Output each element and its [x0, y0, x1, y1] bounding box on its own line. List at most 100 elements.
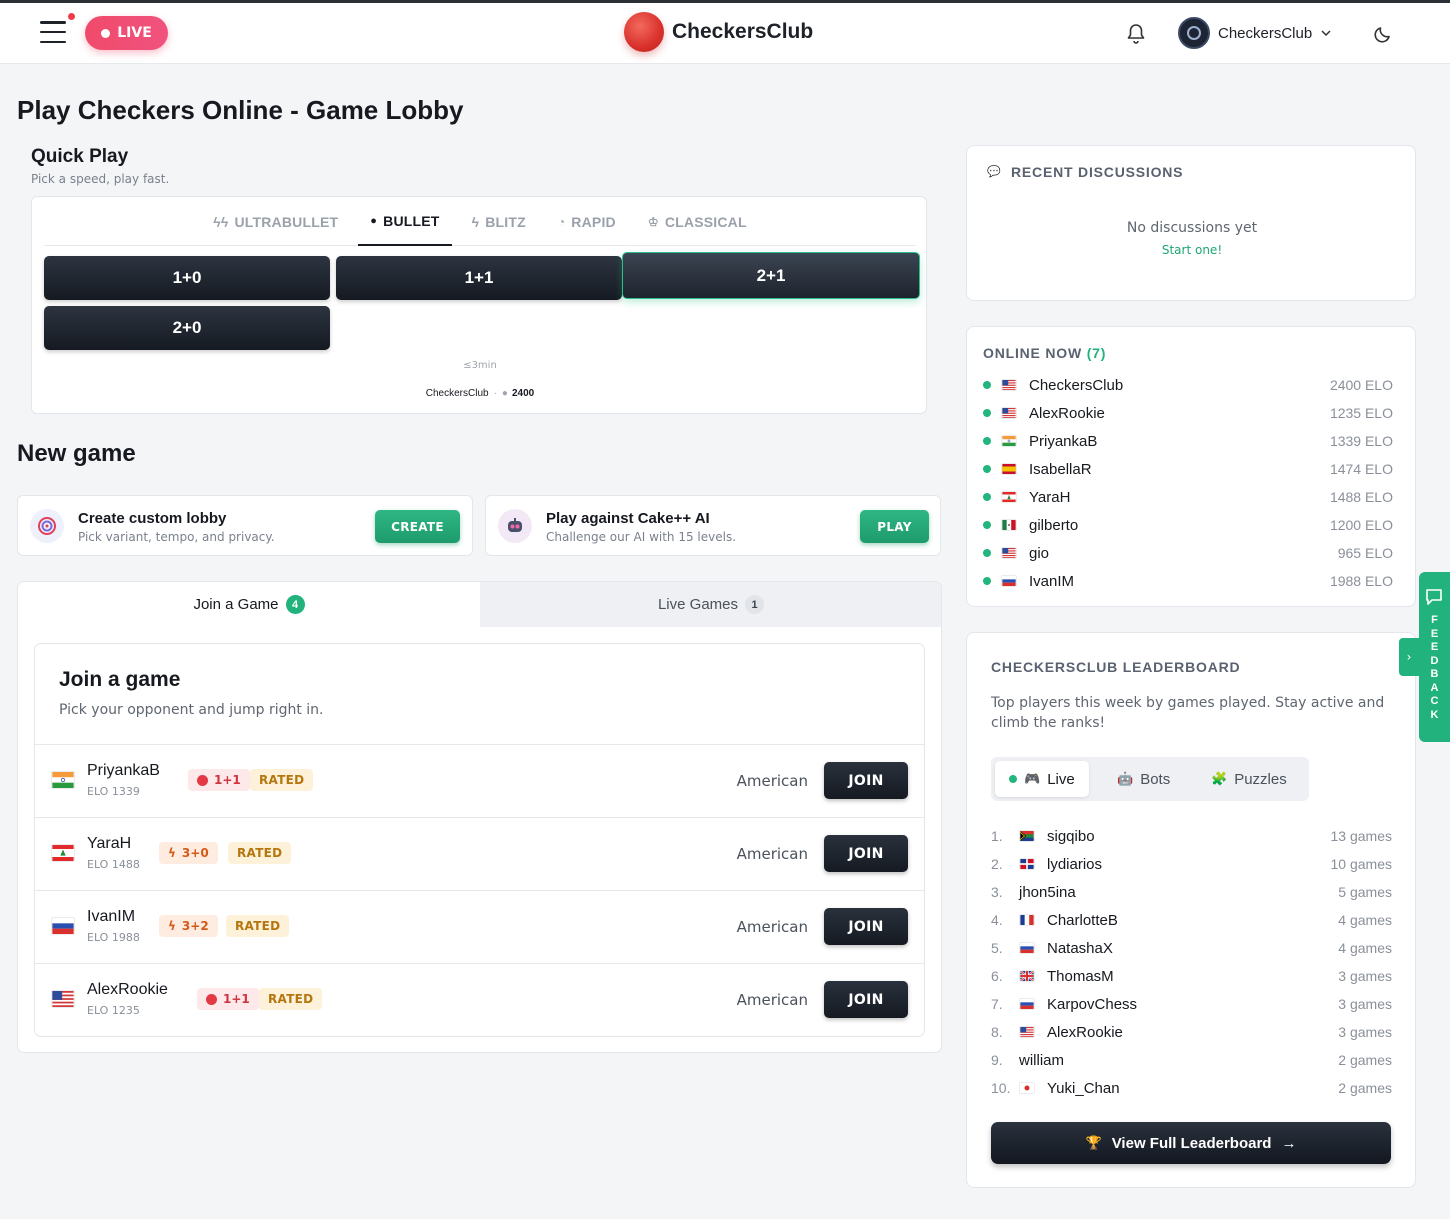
moon-icon[interactable]	[1373, 24, 1393, 44]
leaderboard-row[interactable]: 6. ThomasM 3 games	[991, 966, 1392, 986]
tab-blitz[interactable]: ϟ BLITZ	[460, 197, 538, 246]
brand[interactable]: CheckersClub	[624, 12, 813, 52]
online-player-row[interactable]: IsabellaR 1474 ELO	[983, 459, 1393, 479]
start-discussion-link[interactable]: Start one!	[967, 243, 1417, 257]
bell-icon[interactable]	[1126, 23, 1146, 45]
lebanon-flag-icon	[1001, 491, 1017, 503]
rated-badge: RATED	[250, 769, 314, 791]
leaderboard-player-name: lydiarios	[1047, 855, 1103, 873]
view-full-leaderboard-button[interactable]: 🏆 View Full Leaderboard →	[991, 1122, 1391, 1164]
recent-discussions-card: 💬 RECENT DISCUSSIONS No discussions yet …	[966, 145, 1416, 301]
leaderboard-player-name: jhon5ina	[1019, 883, 1076, 901]
leaderboard-row[interactable]: 5. NatashaX 4 games	[991, 938, 1392, 958]
leaderboard-row[interactable]: 9. william 2 games	[991, 1050, 1392, 1070]
tab-puzzles[interactable]: 🧩 Puzzles	[1197, 761, 1301, 797]
user-menu[interactable]: CheckersClub	[1178, 17, 1332, 49]
time-control-button[interactable]: 2+0	[44, 306, 330, 350]
tab-live-games[interactable]: Live Games 1	[480, 582, 941, 627]
feedback-letter: C	[1430, 695, 1439, 707]
leaderboard-row[interactable]: 1. sigqibo 13 games	[991, 826, 1392, 846]
online-player-elo: 965 ELO	[1337, 545, 1393, 561]
online-player-row[interactable]: gilberto 1200 ELO	[983, 515, 1393, 535]
tab-bullet[interactable]: ● BULLET	[358, 197, 452, 246]
join-button[interactable]: JOIN	[824, 981, 908, 1018]
feedback-letter: K	[1430, 708, 1439, 721]
time-control-button-selected[interactable]: 2+1	[622, 252, 920, 299]
leaderboard-rank: 3.	[991, 884, 1003, 900]
create-button[interactable]: CREATE	[375, 510, 460, 543]
ai-game-desc: Challenge our AI with 15 levels.	[546, 530, 737, 544]
game-row[interactable]: AlexRookie ELO 1235 1+1 RATED American J…	[35, 963, 924, 1036]
online-dot-icon	[983, 381, 991, 389]
tab-join-game[interactable]: Join a Game 4	[18, 582, 480, 627]
leaderboard-player-name: ThomasM	[1047, 967, 1114, 985]
online-player-name: PriyankaB	[1029, 432, 1098, 450]
time-control-button[interactable]: 1+0	[44, 256, 330, 300]
online-dot-icon	[983, 437, 991, 445]
recent-discussions-title: RECENT DISCUSSIONS	[1011, 164, 1184, 180]
leaderboard-games: 5 games	[1338, 884, 1392, 900]
online-player-row[interactable]: CheckersClub 2400 ELO	[983, 375, 1393, 395]
leaderboard-row[interactable]: 4. CharlotteB 4 games	[991, 910, 1392, 930]
online-player-row[interactable]: YaraH 1488 ELO	[983, 487, 1393, 507]
game-row[interactable]: IvanIM ELO 1988 ϟ 3+2 RATED American JOIN	[35, 890, 924, 963]
leaderboard-games: 4 games	[1338, 912, 1392, 928]
feedback-letter: E	[1430, 641, 1439, 653]
menu-icon[interactable]	[40, 21, 66, 43]
count-badge: 1	[745, 595, 765, 614]
quick-play-user: CheckersClub · ● 2400	[425, 388, 535, 399]
feedback-tab[interactable]: FEEDBACK	[1419, 572, 1450, 742]
game-row[interactable]: YaraH ELO 1488 ϟ 3+0 RATED American JOIN	[35, 817, 924, 890]
online-player-row[interactable]: AlexRookie 1235 ELO	[983, 403, 1393, 423]
leaderboard-games: 2 games	[1338, 1052, 1392, 1068]
bolt-icon: ϟ	[168, 846, 176, 860]
tab-bots[interactable]: 🤖 Bots	[1103, 761, 1184, 797]
mexico-flag-icon	[1001, 519, 1017, 531]
username: CheckersClub	[1218, 24, 1313, 42]
new-game-title: New game	[17, 440, 136, 467]
bolt-icon: ϟ	[471, 213, 480, 230]
leaderboard-player-name: KarpovChess	[1047, 995, 1138, 1013]
online-player-row[interactable]: IvanIM 1988 ELO	[983, 571, 1393, 591]
leaderboard-row[interactable]: 10. Yuki_Chan 2 games	[991, 1078, 1392, 1098]
time-control-button[interactable]: 1+1	[336, 256, 622, 300]
online-player-row[interactable]: PriyankaB 1339 ELO	[983, 431, 1393, 451]
leaderboard-player-name: william	[1019, 1051, 1064, 1069]
leaderboard-player-name: sigqibo	[1047, 827, 1095, 845]
checker-logo-icon	[624, 12, 664, 52]
arrow-right-icon: →	[1281, 1134, 1297, 1152]
tab-rapid[interactable]: ◔ RAPID	[546, 197, 628, 246]
leaderboard-row[interactable]: 2. lydiarios 10 games	[991, 854, 1392, 874]
live-button[interactable]: LIVE	[85, 16, 168, 50]
player-name: PriyankaB	[87, 762, 160, 779]
join-button[interactable]: JOIN	[824, 835, 908, 872]
tab-live[interactable]: 🎮 Live	[995, 761, 1089, 797]
tab-classical[interactable]: ♔ CLASSICAL	[636, 197, 759, 246]
player-name: IvanIM	[87, 908, 136, 925]
time-control-badge: 1+1	[188, 769, 250, 791]
tab-ultrabullet[interactable]: ϟϟ ULTRABULLET	[201, 197, 350, 246]
online-dot-icon	[983, 493, 991, 501]
clock-icon: ◔	[557, 214, 566, 229]
target-icon	[30, 509, 64, 543]
join-button[interactable]: JOIN	[824, 762, 908, 799]
online-now-title: ONLINE NOW (7)	[983, 345, 1107, 361]
france-flag-icon	[1019, 914, 1035, 926]
join-button[interactable]: JOIN	[824, 908, 908, 945]
leaderboard-row[interactable]: 7. KarpovChess 3 games	[991, 994, 1392, 1014]
variant-label: American	[736, 772, 808, 790]
rated-badge: RATED	[259, 988, 323, 1010]
play-ai-button[interactable]: PLAY	[860, 510, 929, 543]
online-player-row[interactable]: gio 965 ELO	[983, 543, 1393, 563]
leaderboard-row[interactable]: 3. jhon5ina 5 games	[991, 882, 1392, 902]
leaderboard-games: 10 games	[1330, 856, 1392, 872]
leaderboard-tabs: 🎮 Live 🤖 Bots 🧩 Puzzles	[991, 757, 1309, 801]
uk-flag-icon	[1019, 970, 1035, 982]
feedback-toggle-button[interactable]: ›	[1399, 638, 1419, 676]
game-row[interactable]: PriyankaB ELO 1339 1+1 RATED American JO…	[35, 744, 924, 817]
leaderboard-row[interactable]: 8. AlexRookie 3 games	[991, 1022, 1392, 1042]
quick-play-title: Quick Play	[31, 146, 129, 167]
leaderboard-games: 13 games	[1330, 828, 1392, 844]
leaderboard-title: CHECKERSCLUB LEADERBOARD	[991, 659, 1241, 675]
notification-dot	[66, 11, 77, 22]
